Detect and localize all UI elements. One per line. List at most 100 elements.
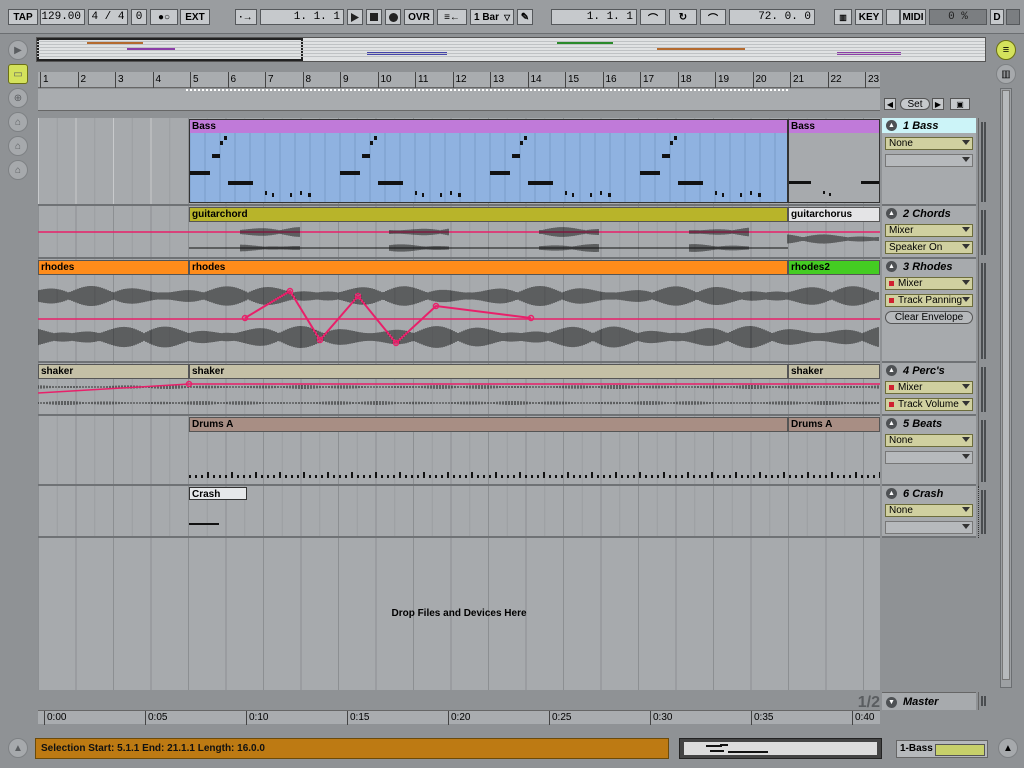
follow-button[interactable]: ·→ [235, 9, 257, 25]
overdub-button[interactable]: OVR [404, 9, 434, 25]
lock-button[interactable]: ▣ [950, 98, 970, 110]
track-fold-icon[interactable]: ▲ [886, 208, 897, 219]
punch-in-button[interactable]: ⌒ [640, 9, 666, 25]
track-header-bass[interactable]: ▲ 1 Bass None [882, 118, 976, 206]
disk-indicator: D [990, 9, 1004, 25]
quantize-button[interactable]: ≡← [437, 9, 467, 25]
control-chooser[interactable] [885, 451, 973, 464]
tap-tempo-button[interactable]: TAP [8, 9, 38, 25]
track-title-rhodes[interactable]: ▲ 3 Rhodes [882, 259, 976, 274]
track-title-beats[interactable]: ▲ 5 Beats [882, 416, 976, 431]
punch-out-icon: ⌒ [708, 13, 718, 25]
key-map-button[interactable]: KEY [855, 9, 883, 25]
device-chooser[interactable]: None [885, 434, 973, 447]
loop-brace-strip[interactable] [38, 89, 880, 111]
track-view-icon[interactable]: ≡ [996, 40, 1016, 60]
io-view-icon[interactable]: ▥ [996, 64, 1016, 84]
show-info-icon[interactable]: ▲ [8, 738, 28, 758]
track-header-beats[interactable]: ▲ 5 Beats None [882, 416, 976, 486]
vertical-scroll-thumb[interactable] [1002, 90, 1010, 680]
arrangement-lanes[interactable]: Bass Bass guitarchord guitarchorus rhode… [38, 118, 880, 690]
lane-beats[interactable]: Drums A Drums A [38, 416, 880, 486]
device-chooser[interactable]: Mixer [885, 381, 973, 394]
time-ruler[interactable]: 0:00 0:05 0:10 0:15 0:20 0:25 0:30 0:35 0:40 [38, 710, 880, 725]
ruler-bar-13: 13 [490, 72, 504, 88]
clear-envelope-button[interactable]: Clear Envelope [885, 311, 973, 324]
track-meter [978, 416, 988, 486]
track-header-chords[interactable]: ▲ 2 Chords Mixer Speaker On [882, 206, 976, 259]
groove-field[interactable]: 0 [131, 9, 147, 25]
computer-keyboard-button[interactable]: ▥ [834, 9, 852, 25]
song-position-field[interactable]: 1. 1. 1 [260, 9, 344, 25]
track-title-chords[interactable]: ▲ 2 Chords [882, 206, 976, 221]
lane-crash[interactable]: Crash [38, 486, 880, 538]
track-header-percs[interactable]: ▲ 4 Perc's Mixer Track Volume [882, 363, 976, 416]
track-title-percs[interactable]: ▲ 4 Perc's [882, 363, 976, 378]
external-sync-button[interactable]: EXT [180, 9, 210, 25]
track-header-crash[interactable]: ▲ 6 Crash None [882, 486, 976, 538]
play-button[interactable] [347, 9, 363, 25]
time-signature-field[interactable]: 4 / 4 [88, 9, 128, 25]
draw-mode-button[interactable]: ✎ [517, 9, 533, 25]
loop-start-field[interactable]: 1. 1. 1 [551, 9, 637, 25]
track-fold-icon[interactable]: ▼ [886, 696, 897, 708]
next-locator-button[interactable]: ▶ [932, 98, 944, 110]
arrangement-view-icon[interactable]: ▭ [8, 64, 28, 84]
control-chooser[interactable]: Speaker On [885, 241, 973, 254]
clip-bass-1[interactable]: Bass [189, 119, 788, 203]
loop-icon: ↻ [678, 11, 688, 23]
beat-time-ruler[interactable]: 1 2 3 4 5 6 7 8 9 10 11 12 13 14 15 16 17 18 19 20 21 22 23 [38, 72, 880, 88]
device-chooser[interactable]: Mixer [885, 277, 973, 290]
midi-map-button[interactable]: MIDI [900, 9, 926, 25]
play-view-icon[interactable]: ▶ [8, 40, 28, 60]
clip-crash[interactable]: Crash [189, 487, 247, 500]
device-chooser-value: None [889, 505, 913, 516]
track-fold-icon[interactable]: ▲ [886, 261, 897, 272]
lane-bass[interactable]: Bass Bass [38, 118, 880, 206]
control-chooser[interactable]: Track Volume [885, 398, 973, 411]
time-tick: 0:15 [347, 711, 369, 725]
quantization-value: 1 Bar [474, 11, 500, 23]
control-chooser[interactable] [885, 521, 973, 534]
lane-percs[interactable]: shaker shaker shaker [38, 363, 880, 416]
track-title-bass[interactable]: ▲ 1 Bass [882, 118, 976, 133]
lane-chords[interactable]: guitarchord guitarchorus [38, 206, 880, 259]
track-header-rhodes[interactable]: ▲ 3 Rhodes Mixer Track Panning Clear Env… [882, 259, 976, 363]
record-button[interactable] [385, 9, 401, 25]
clip-bass-2[interactable]: Bass [788, 119, 880, 203]
device-chooser[interactable]: Mixer [885, 224, 973, 237]
master-title[interactable]: ▼ Master [882, 693, 976, 711]
track-fold-icon[interactable]: ▲ [886, 418, 897, 429]
control-chooser[interactable] [885, 154, 973, 167]
crosshair-icon[interactable]: ⊕ [8, 88, 28, 108]
lane-rhodes[interactable]: rhodes rhodes rhodes2 [38, 259, 880, 363]
track-fold-icon[interactable]: ▲ [886, 365, 897, 376]
control-chooser[interactable]: Track Panning [885, 294, 973, 307]
device-chooser[interactable]: None [885, 137, 973, 150]
punch-out-button[interactable]: ⌒ [700, 9, 726, 25]
quantization-menu[interactable]: 1 Bar ▽ [470, 9, 514, 25]
loop-brace[interactable] [186, 89, 788, 93]
vertical-scrollbar[interactable] [1000, 88, 1012, 688]
mini-waveform [684, 742, 877, 755]
track-fold-icon[interactable]: ▲ [886, 120, 897, 131]
tempo-field[interactable]: 129.00 [40, 9, 85, 25]
loop-length-field[interactable]: 72. 0. 0 [729, 9, 815, 25]
master-track-header[interactable]: ▼ Master [882, 692, 976, 710]
file-browser-icon[interactable]: ⌂ [8, 112, 28, 132]
metronome-button[interactable]: ●○ [150, 9, 178, 25]
set-locator-button[interactable]: Set [900, 98, 930, 110]
clip-overview-mini[interactable] [679, 738, 882, 759]
track-fold-icon[interactable]: ▲ [886, 488, 897, 499]
loop-switch-button[interactable]: ↻ [669, 9, 697, 25]
track-title-crash[interactable]: ▲ 6 Crash [882, 486, 976, 501]
device-chooser[interactable]: None [885, 504, 973, 517]
prev-locator-button[interactable]: ◀ [884, 98, 896, 110]
stop-button[interactable] [366, 9, 382, 25]
device-browser-icon[interactable]: ⌂ [8, 160, 28, 180]
plugin-browser-icon[interactable]: ⌂ [8, 136, 28, 156]
drop-zone[interactable]: Drop Files and Devices Here [38, 538, 880, 690]
show-detail-icon[interactable]: ▲ [998, 738, 1018, 758]
arrangement-overview[interactable] [36, 37, 986, 62]
time-tick: 0:00 [44, 711, 66, 725]
